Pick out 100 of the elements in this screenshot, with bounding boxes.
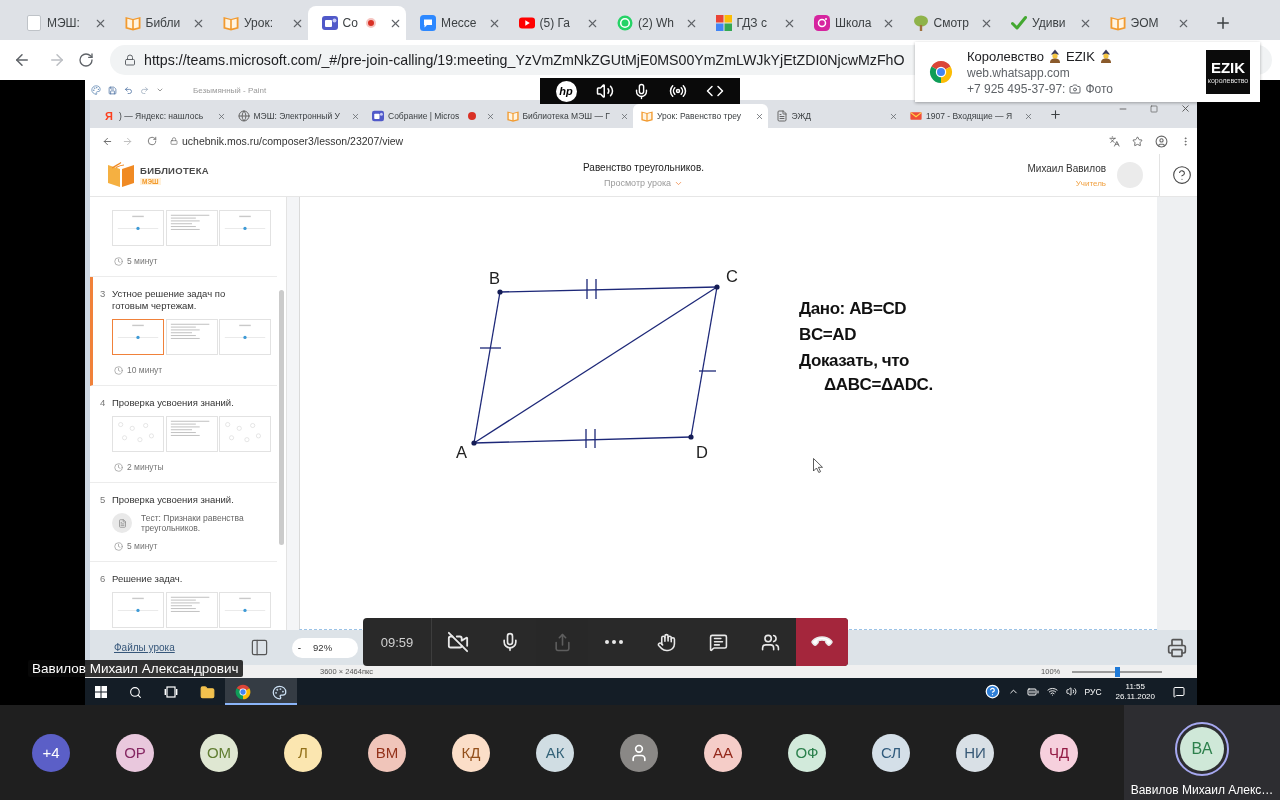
statement-line: ΔABC=ΔADC. xyxy=(823,374,933,396)
participant-avatar[interactable]: СЛ xyxy=(872,733,910,772)
participant-avatar[interactable]: АК xyxy=(536,733,574,772)
close-icon[interactable] xyxy=(889,111,898,121)
browser-tab[interactable]: Урок: Равенство треу xyxy=(633,104,768,128)
notification-title: Королевство xyxy=(967,48,1044,64)
close-icon[interactable] xyxy=(351,111,360,121)
item-title: Решение задач. xyxy=(112,573,184,585)
battery-icon[interactable] xyxy=(1026,685,1039,698)
test-title: Тест: Признаки равенства треугольников. xyxy=(141,513,245,533)
browser-tab[interactable]: Я ) — Яндекс: нашлось xyxy=(95,104,230,128)
account-icon[interactable] xyxy=(1155,134,1168,148)
participant-avatar[interactable]: ОФ xyxy=(788,733,826,772)
book-logo-icon xyxy=(107,162,135,188)
participant-avatar[interactable]: Л xyxy=(284,733,322,772)
clock-time: 11:55 xyxy=(1125,682,1145,691)
participant-avatar[interactable] xyxy=(620,733,658,772)
participant-avatar[interactable]: ОМ xyxy=(200,733,238,772)
tile-icon xyxy=(372,110,384,122)
browser-tab[interactable]: 1907 - Входящие — Я xyxy=(902,104,1037,128)
undo-icon[interactable] xyxy=(124,85,133,95)
panel-icon[interactable] xyxy=(249,638,269,657)
browser-tab[interactable]: МЭШ: Электронный У xyxy=(229,104,364,128)
tree-icon xyxy=(912,15,929,31)
clock-date: 26.11.2020 xyxy=(1115,692,1155,701)
vertex-dot xyxy=(714,284,720,290)
close-icon[interactable] xyxy=(1180,103,1191,114)
help-button[interactable] xyxy=(1170,163,1193,187)
browser-tab[interactable]: Смотр xyxy=(898,6,997,40)
taskbar-button[interactable] xyxy=(225,678,261,705)
browser-tab[interactable]: Урок: xyxy=(209,6,308,40)
close-icon[interactable] xyxy=(620,111,629,121)
participant-avatar[interactable]: ВА xyxy=(1180,727,1224,771)
vertex-label: C xyxy=(726,267,738,285)
new-tab-icon[interactable] xyxy=(1214,14,1232,32)
speaker-icon[interactable] xyxy=(595,82,614,100)
item-number: 6 xyxy=(100,573,107,585)
notification-icon[interactable] xyxy=(1173,685,1185,698)
browser-logo-icon xyxy=(235,684,251,700)
participant-avatar[interactable]: ВМ xyxy=(368,733,406,772)
browser-tab[interactable]: ЭОМ xyxy=(1095,6,1194,40)
browser-tab[interactable]: ГДЗ с xyxy=(701,6,800,40)
back-icon[interactable] xyxy=(102,135,113,147)
language-indicator[interactable]: РУС xyxy=(1084,686,1102,697)
slide-thumbnail[interactable] xyxy=(112,319,164,355)
help-icon[interactable] xyxy=(984,684,1000,699)
vertex-dot xyxy=(497,289,503,295)
browser-tab[interactable]: Со xyxy=(307,6,406,40)
close-icon[interactable] xyxy=(216,111,226,121)
wifi-icon[interactable] xyxy=(1046,686,1058,697)
lesson-item[interactable]: 5 Проверка усвоения знаний. Тест: Признаки равенства треугольников. 5 минут xyxy=(90,483,277,562)
mouse-cursor-icon xyxy=(813,458,824,473)
browser-tab[interactable]: Школа xyxy=(800,6,899,40)
files-link[interactable]: Файлы урока xyxy=(114,642,175,653)
vertex-label: B xyxy=(489,269,500,287)
reload-icon[interactable] xyxy=(78,52,94,68)
task-view-icon xyxy=(164,686,178,698)
reload-icon[interactable] xyxy=(147,136,157,146)
book-icon xyxy=(641,110,653,122)
translate-icon[interactable] xyxy=(1109,135,1120,147)
address-text[interactable]: uchebnik.mos.ru/composer3/lesson/23207/view xyxy=(182,135,404,147)
new-tab-icon[interactable] xyxy=(1048,107,1062,121)
participant-avatar[interactable]: НИ xyxy=(956,733,994,772)
browser-tab[interactable]: Собрание | Micros xyxy=(364,104,499,128)
browser-tab[interactable]: Удиви xyxy=(997,6,1096,40)
check-icon xyxy=(1011,15,1027,31)
participant-avatar[interactable]: ОР xyxy=(116,733,154,772)
back-icon[interactable] xyxy=(13,51,31,69)
close-icon[interactable] xyxy=(754,111,764,121)
browser-tab[interactable]: ЭЖД xyxy=(767,104,902,128)
close-icon[interactable] xyxy=(485,111,495,121)
save-icon[interactable] xyxy=(108,85,117,95)
test-icon xyxy=(112,513,132,533)
browser-tab[interactable]: Библи xyxy=(110,6,209,40)
more-icon xyxy=(605,640,623,644)
participant-avatar[interactable]: АА xyxy=(704,733,742,772)
item-title: Устное решение задач по готовым чертежам. xyxy=(112,288,227,312)
printer-icon[interactable] xyxy=(1167,637,1187,658)
volume-icon[interactable] xyxy=(1065,686,1077,697)
window-title: Безымянный - Paint xyxy=(193,85,267,95)
logo-title: БИБЛИОТЕКА xyxy=(140,165,209,176)
participant-avatar[interactable]: +4 xyxy=(32,733,70,772)
browser-tab[interactable]: (2) Wh xyxy=(603,6,702,40)
participant-avatar[interactable]: КД xyxy=(452,733,490,772)
caret-icon[interactable] xyxy=(156,86,164,94)
browser-tab[interactable]: (5) Га xyxy=(504,6,603,40)
taskbar-button[interactable] xyxy=(261,678,297,705)
broadcast-icon[interactable] xyxy=(669,82,688,100)
participant-avatar[interactable]: ЧД xyxy=(1040,733,1078,772)
lesson-item[interactable]: 3 Устное решение задач по готовым чертежам. 10 минут xyxy=(90,277,277,386)
camera-icon xyxy=(1069,82,1082,95)
slider-thumb[interactable] xyxy=(1115,666,1121,677)
hang-up-button[interactable] xyxy=(796,618,848,666)
browser-tab[interactable]: МЭШ: xyxy=(12,6,111,40)
close-icon[interactable] xyxy=(1023,111,1033,121)
star-icon[interactable] xyxy=(1132,135,1143,147)
browser-tab[interactable]: Мессе xyxy=(406,6,505,40)
browser-tab[interactable]: Библиотека МЭШ — Г xyxy=(498,104,633,128)
zoom-out-button[interactable]: - xyxy=(297,642,302,653)
scrollbar[interactable] xyxy=(279,290,284,545)
